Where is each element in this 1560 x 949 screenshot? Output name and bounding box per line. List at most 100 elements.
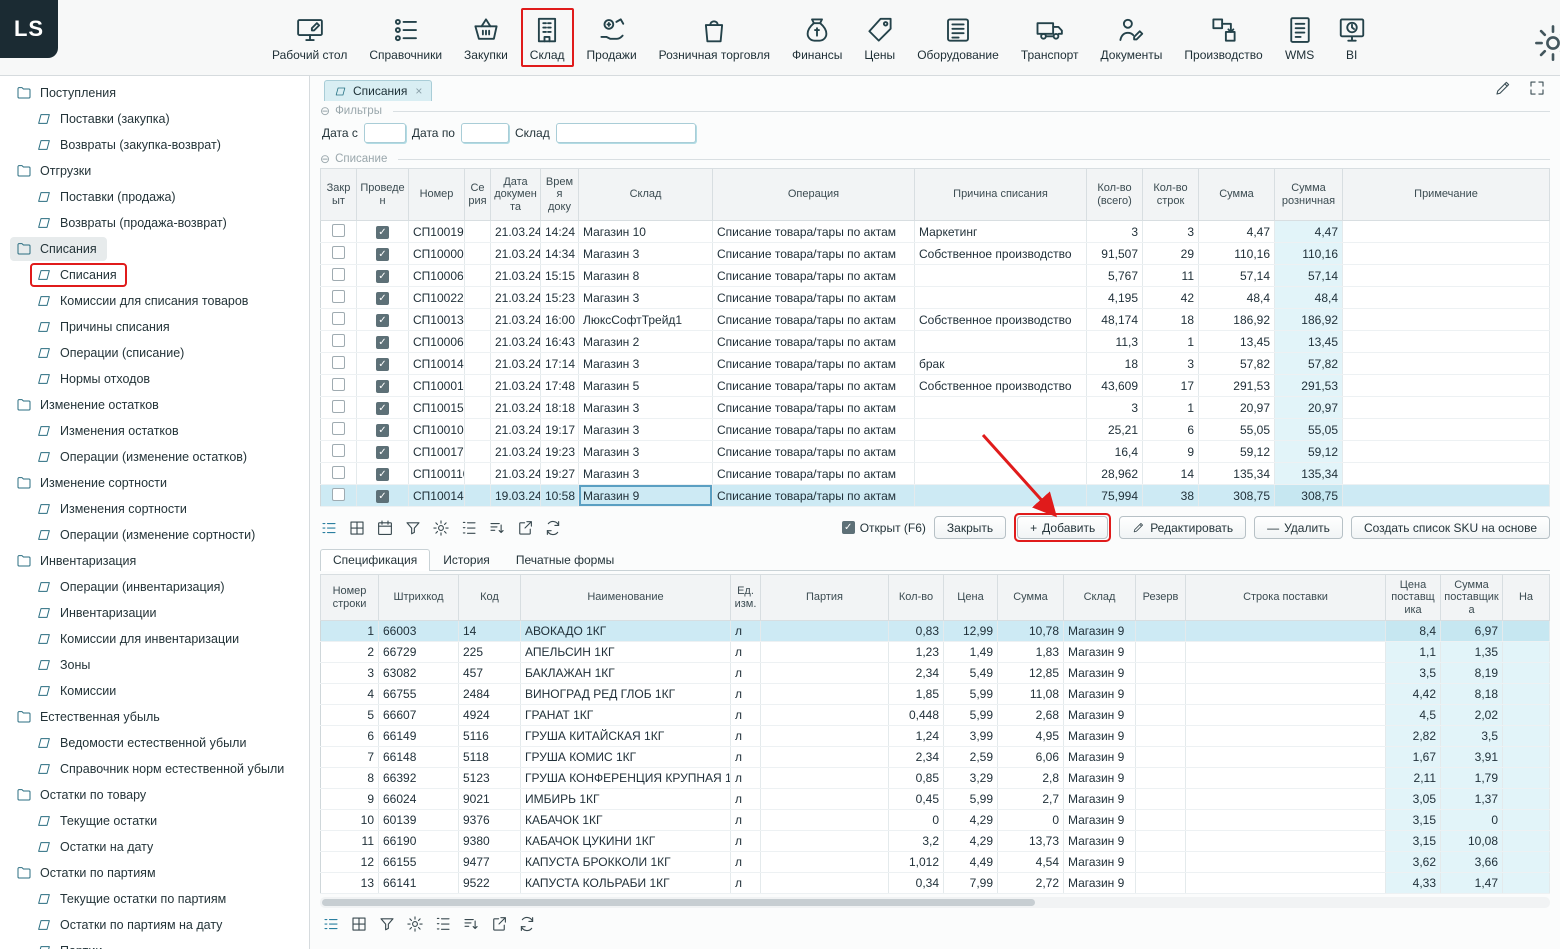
cell-price[interactable]: 4,29 (944, 831, 998, 852)
calendar-icon[interactable] (376, 519, 394, 537)
cell-barcode[interactable]: 66148 (379, 747, 459, 768)
cell-sum[interactable]: 10,78 (998, 621, 1064, 642)
tree-leaf[interactable]: Нормы отходов (0, 366, 309, 392)
tab-close-icon[interactable]: × (415, 84, 422, 98)
cell-qty_total[interactable]: 18 (1087, 353, 1143, 375)
checkbox[interactable] (332, 356, 345, 369)
cell-verified[interactable]: ✓ (357, 441, 409, 463)
cell-unit[interactable]: л (731, 747, 761, 768)
cell-supplier_sum[interactable]: 3,5 (1441, 726, 1503, 747)
open-f6-toggle[interactable]: ✓ Открыт (F6) (842, 521, 926, 535)
cell-operation[interactable]: Списание товара/тары по актам (713, 419, 915, 441)
cell-price[interactable]: 3,99 (944, 726, 998, 747)
cell-operation[interactable]: Списание товара/тары по актам (713, 441, 915, 463)
cell-note[interactable] (1343, 397, 1550, 419)
cell-closed[interactable] (321, 287, 357, 309)
cell-verified[interactable]: ✓ (357, 353, 409, 375)
cell-note[interactable] (1343, 331, 1550, 353)
cell-sum[interactable]: 4,47 (1199, 221, 1275, 243)
cell-note[interactable] (1343, 441, 1550, 463)
cell-sum[interactable]: 20,97 (1199, 397, 1275, 419)
cell-warehouse[interactable]: Магазин 9 (1064, 642, 1136, 663)
cell-price[interactable]: 5,99 (944, 705, 998, 726)
cell-unit[interactable]: л (731, 810, 761, 831)
cell-sum[interactable]: 2,68 (998, 705, 1064, 726)
cell-supplier_sum[interactable]: 3,91 (1441, 747, 1503, 768)
tree-leaf[interactable]: Изменения сортности (0, 496, 309, 522)
cell-rows_count[interactable]: 9 (1143, 441, 1199, 463)
cell-reserve[interactable] (1136, 873, 1186, 894)
checkbox[interactable]: ✓ (376, 402, 389, 415)
cell-time[interactable]: 17:14 (541, 353, 579, 375)
grid-icon[interactable] (348, 519, 366, 537)
table-row[interactable]: ✓СП10001421.03.2417:48Магазин 5Списание … (321, 375, 1550, 397)
table-row[interactable]: ✓СП10013421.03.2416:00ЛюксСофтТрейд1Спис… (321, 309, 1550, 331)
checkbox[interactable]: ✓ (376, 358, 389, 371)
cell-qty_total[interactable]: 91,507 (1087, 243, 1143, 265)
tree-leaf[interactable]: Справочник норм естественной убыли (0, 756, 309, 782)
checkbox[interactable] (332, 224, 345, 237)
cell-unit[interactable]: л (731, 621, 761, 642)
warehouse-filter-input[interactable] (556, 123, 696, 143)
cell-series[interactable] (465, 397, 491, 419)
cell-supplier_sum[interactable]: 6,97 (1441, 621, 1503, 642)
cell-supply_row[interactable] (1186, 789, 1386, 810)
cell-rows_count[interactable]: 11 (1143, 265, 1199, 287)
cell-rows_count[interactable]: 1 (1143, 331, 1199, 353)
cell-note[interactable] (1343, 221, 1550, 243)
cell-sum[interactable]: 1,83 (998, 642, 1064, 663)
tab-specification[interactable]: Спецификация (320, 549, 430, 571)
cell-barcode[interactable]: 66607 (379, 705, 459, 726)
cell-supplier_sum[interactable]: 1,37 (1441, 789, 1503, 810)
cell-batch[interactable] (761, 810, 889, 831)
cell-verified[interactable]: ✓ (357, 221, 409, 243)
tree-folder[interactable]: Естественная убыль (0, 704, 309, 730)
cell-batch[interactable] (761, 768, 889, 789)
tree-leaf[interactable]: Партии (0, 938, 309, 949)
cell-qty_total[interactable]: 28,962 (1087, 463, 1143, 485)
cell-supply_row[interactable] (1186, 873, 1386, 894)
cell-note[interactable] (1343, 419, 1550, 441)
cell-unit[interactable]: л (731, 705, 761, 726)
cell-reason[interactable] (915, 265, 1087, 287)
cell-series[interactable] (465, 419, 491, 441)
cell-sum_retail[interactable]: 57,82 (1275, 353, 1343, 375)
cell-reserve[interactable] (1136, 726, 1186, 747)
cell-warehouse[interactable]: Магазин 10 (579, 221, 713, 243)
column-header[interactable]: Строка поставки (1186, 575, 1386, 621)
cell-date[interactable]: 21.03.24 (491, 463, 541, 485)
cell-code[interactable]: 5118 (459, 747, 521, 768)
cell-sum[interactable]: 48,4 (1199, 287, 1275, 309)
tree-folder[interactable]: Отгрузки (0, 158, 309, 184)
cell-number[interactable]: СП100014 (409, 375, 465, 397)
cell-operation[interactable]: Списание товара/тары по актам (713, 243, 915, 265)
column-header[interactable]: Закрыт (321, 169, 357, 221)
column-header[interactable]: На (1503, 575, 1550, 621)
tree-leaf[interactable]: Текущие остатки (0, 808, 309, 834)
tree-leaf[interactable]: Текущие остатки по партиям (0, 886, 309, 912)
cell-supplier_sum[interactable]: 2,02 (1441, 705, 1503, 726)
checkbox[interactable] (332, 400, 345, 413)
cell-name[interactable]: ГРАНАТ 1КГ (521, 705, 731, 726)
cell-unit[interactable]: л (731, 642, 761, 663)
cell-supplier_price[interactable]: 3,15 (1386, 831, 1441, 852)
tree-leaf[interactable]: Остатки на дату (0, 834, 309, 860)
cell-series[interactable] (465, 375, 491, 397)
cell-reserve[interactable] (1136, 831, 1186, 852)
table-row[interactable]: 9660249021ИМБИРЬ 1КГл0,455,992,7Магазин … (321, 789, 1550, 810)
cell-warehouse[interactable]: Магазин 3 (579, 243, 713, 265)
cell-date[interactable]: 21.03.24 (491, 353, 541, 375)
cell-unit[interactable]: л (731, 684, 761, 705)
cell-date[interactable]: 21.03.24 (491, 287, 541, 309)
cell-reserve[interactable] (1136, 747, 1186, 768)
cell-name[interactable]: КАПУСТА БРОККОЛИ 1КГ (521, 852, 731, 873)
export-icon[interactable] (516, 519, 534, 537)
tree-leaf[interactable]: Инвентаризации (0, 600, 309, 626)
cell-reason[interactable] (915, 485, 1087, 507)
cell-date[interactable]: 21.03.24 (491, 397, 541, 419)
cell-warehouse[interactable]: Магазин 9 (1064, 831, 1136, 852)
tree-leaf[interactable]: Возвраты (продажа-возврат) (0, 210, 309, 236)
filter-icon[interactable] (378, 915, 396, 933)
cell-reserve[interactable] (1136, 663, 1186, 684)
cell-number[interactable]: СП100159 (409, 397, 465, 419)
